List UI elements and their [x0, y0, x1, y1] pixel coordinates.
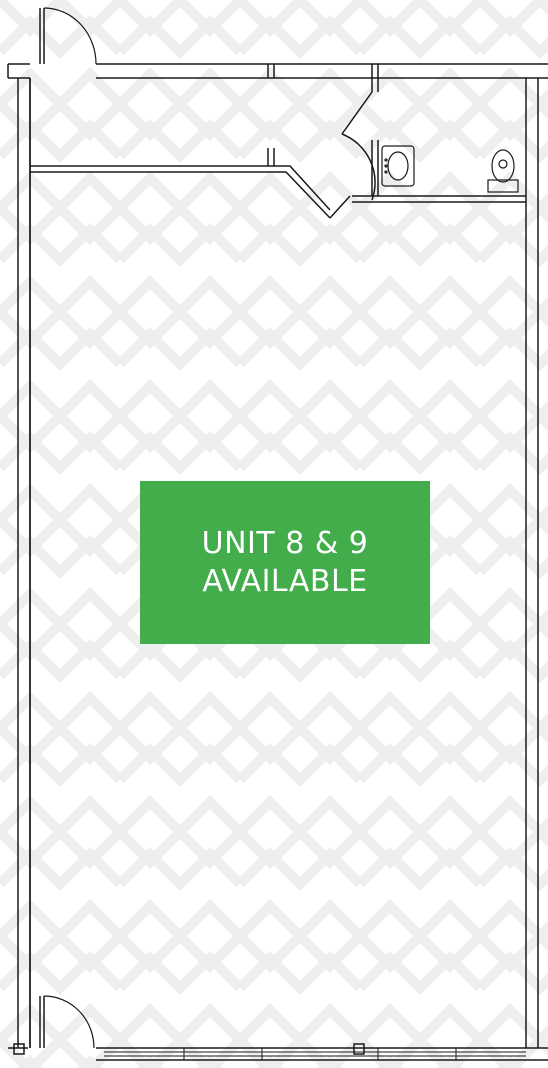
unit-label: UNIT 8 & 9 AVAILABLE	[140, 481, 430, 644]
unit-label-line2: AVAILABLE	[202, 563, 368, 599]
unit-label-line1: UNIT 8 & 9	[201, 525, 369, 561]
